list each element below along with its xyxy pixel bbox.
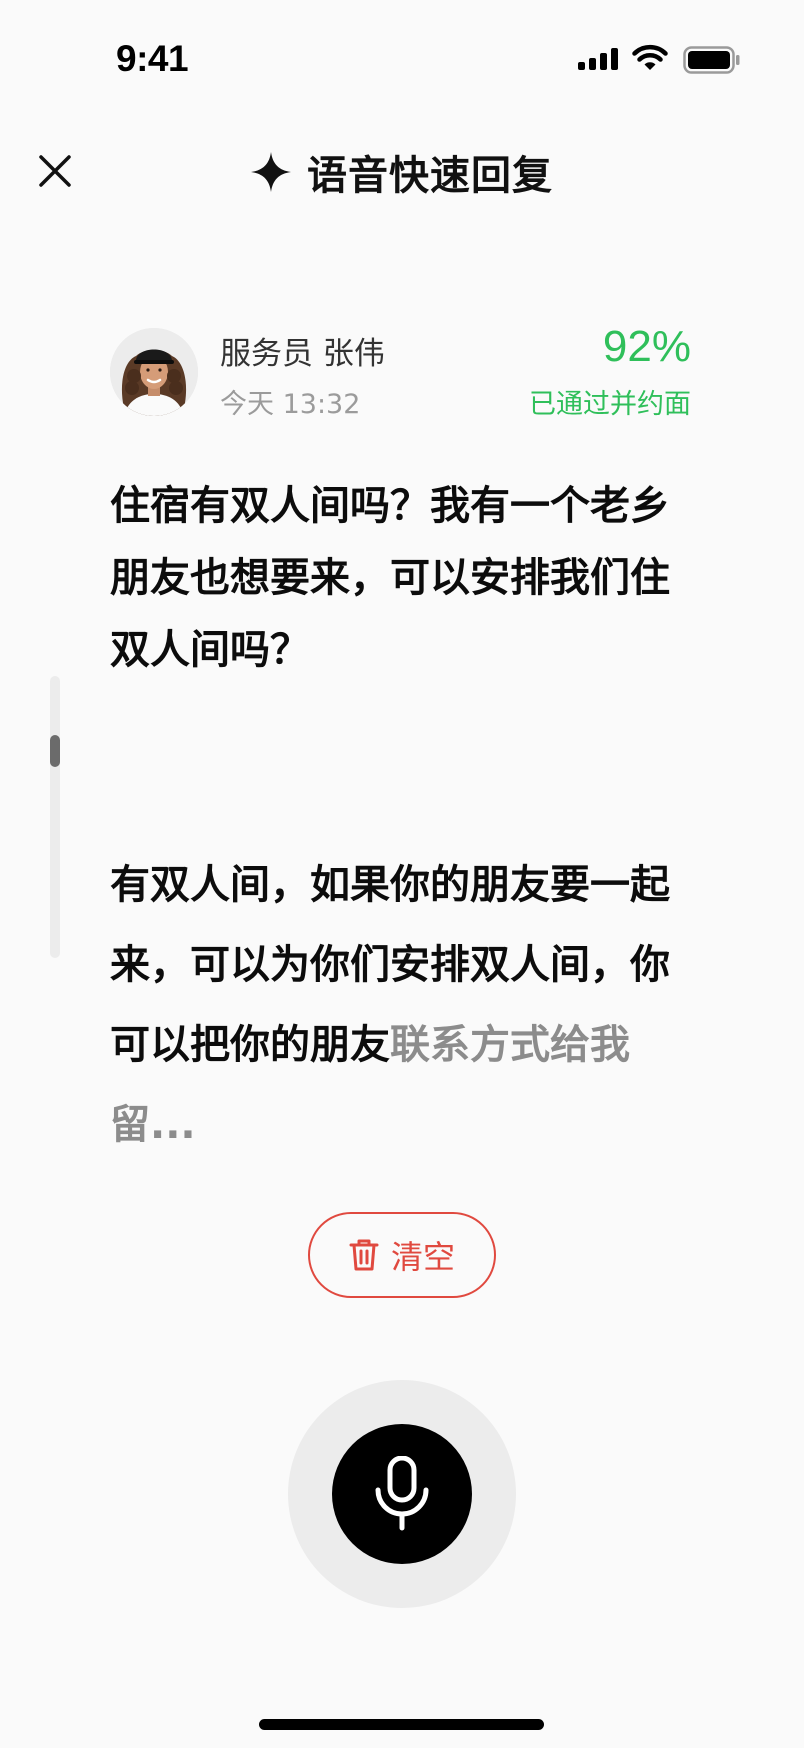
- status-label: 已通过并约面: [529, 389, 691, 420]
- sparkle-icon: [251, 152, 291, 192]
- speaker-name: 服务员 张伟: [220, 336, 385, 372]
- clear-button[interactable]: 清空: [308, 1212, 496, 1298]
- scrollbar-thumb[interactable]: [50, 735, 60, 767]
- microphone-icon: [375, 1456, 429, 1531]
- home-indicator[interactable]: [259, 1719, 544, 1730]
- clear-button-label: 清空: [390, 1238, 455, 1276]
- page-title: 语音快速回复: [307, 153, 553, 199]
- trash-icon: [349, 1239, 379, 1271]
- message-timestamp: 今天 13:32: [220, 389, 361, 420]
- cellular-signal-icon: [578, 48, 618, 70]
- avatar: [110, 328, 198, 416]
- answer-transcript: 有双人间，如果你的朋友要一起来，可以为你们安排双人间，你可以把你的朋友联系方式给…: [110, 845, 690, 1165]
- battery-icon: [683, 46, 740, 74]
- status-time: 9:41: [116, 38, 189, 79]
- status-bar: 9:41: [0, 0, 804, 120]
- question-transcript: 住宿有双人间吗？我有一个老乡朋友也想要来，可以安排我们住双人间吗？: [110, 483, 670, 673]
- wifi-icon: [632, 44, 668, 70]
- match-score: 92%: [602, 322, 691, 371]
- mic-button[interactable]: [332, 1424, 472, 1564]
- header: 语音快速回复: [0, 140, 804, 204]
- scrollbar-track[interactable]: [50, 676, 60, 958]
